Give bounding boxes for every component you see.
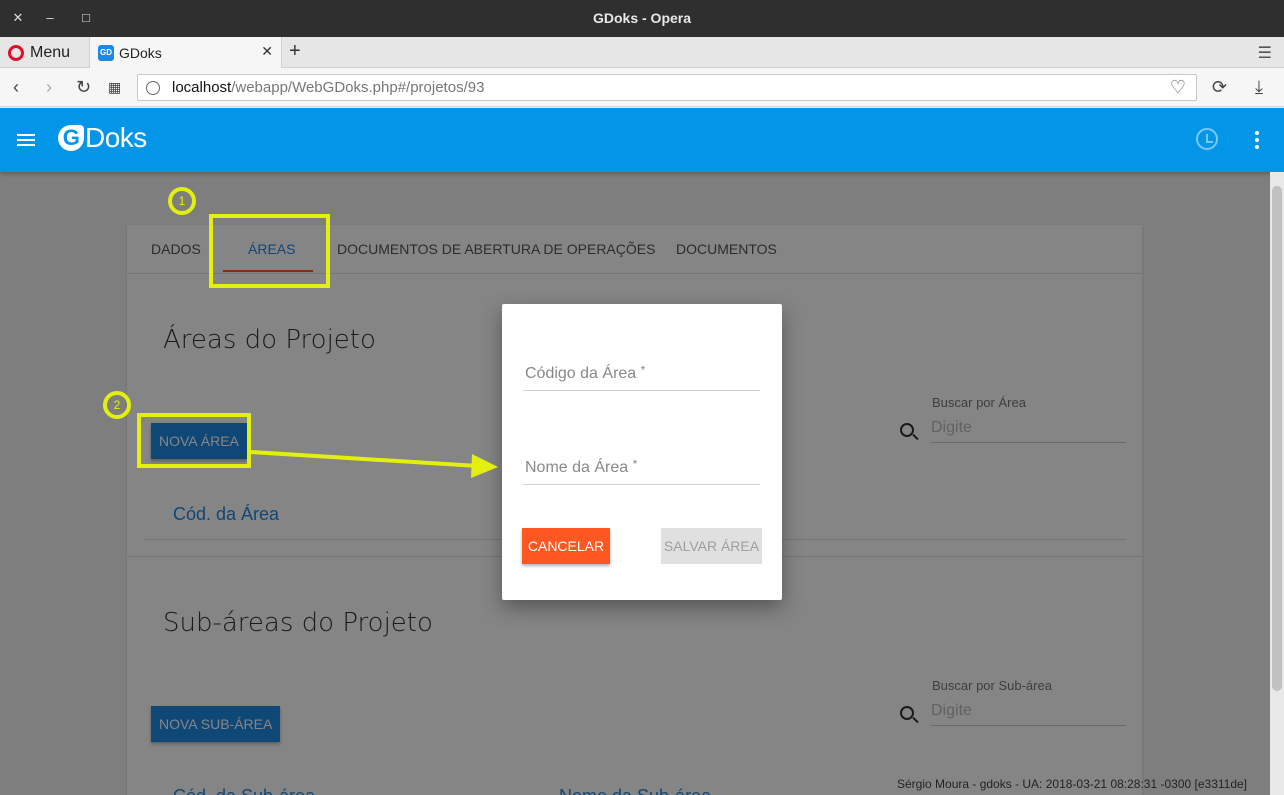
app-header: G Doks (0, 108, 1284, 172)
browser-tab[interactable]: GD GDoks ✕ (89, 37, 282, 68)
annotation-step-2: 2 (103, 391, 131, 419)
codigo-area-field[interactable]: Código da Área * (523, 355, 760, 391)
browser-tabbar: Menu GD GDoks ✕ + ☰ (0, 37, 1284, 68)
scrollbar-thumb[interactable] (1272, 186, 1282, 691)
url-host: localhost (172, 79, 232, 96)
download-icon[interactable]: ⤓ (1255, 77, 1263, 98)
menu-label: Menu (30, 44, 71, 61)
cancelar-button[interactable]: CANCELAR (522, 528, 610, 564)
page-scrollbar[interactable] (1270, 172, 1284, 795)
tab-title: GDoks (119, 44, 162, 61)
annotation-box-nova-area (137, 413, 251, 468)
salvar-area-button[interactable]: SALVAR ÁREA (661, 528, 762, 564)
annotation-box-areas-tab (209, 214, 330, 288)
required-mark: * (640, 363, 646, 377)
more-vert-icon[interactable] (1255, 131, 1259, 152)
new-tab-button[interactable]: + (289, 40, 301, 63)
url-path: /webapp/WebGDoks.php#/projetos/93 (231, 79, 485, 96)
globe-icon (146, 80, 160, 95)
url-field[interactable]: localhost /webapp/WebGDoks.php#/projetos… (137, 74, 1197, 101)
window-titlebar: ✕ – □ GDoks - Opera (0, 0, 1284, 37)
close-tab-icon[interactable]: ✕ (261, 43, 273, 60)
address-bar: ‹ › ↻ ▦ localhost /webapp/WebGDoks.php#/… (0, 68, 1284, 107)
gdoks-logo: G Doks (58, 122, 147, 154)
sync-icon[interactable]: ⟳ (1212, 77, 1227, 98)
reload-icon[interactable]: ↻ (76, 77, 91, 98)
nome-area-label: Nome da Área (525, 459, 629, 476)
gdoks-favicon-icon: GD (98, 44, 114, 61)
annotation-step-1: 1 (168, 187, 196, 215)
tab-menu-icon[interactable]: ☰ (1258, 43, 1272, 63)
nome-area-field[interactable]: Nome da Área * (523, 449, 760, 485)
window-title: GDoks - Opera (592, 10, 692, 26)
required-mark: * (632, 457, 638, 471)
back-icon[interactable]: ‹ (13, 77, 19, 98)
bookmark-heart-icon[interactable]: ♡ (1170, 77, 1186, 98)
speed-dial-icon[interactable]: ▦ (108, 79, 121, 96)
nova-area-dialog: Código da Área * Nome da Área * CANCELAR… (502, 304, 782, 600)
codigo-area-label: Código da Área (525, 365, 637, 382)
history-icon[interactable] (1196, 128, 1218, 150)
menu-list-icon[interactable] (17, 134, 35, 149)
opera-logo-icon (8, 45, 24, 61)
forward-icon[interactable]: › (46, 77, 52, 98)
opera-menu-button[interactable]: Menu (8, 42, 70, 64)
